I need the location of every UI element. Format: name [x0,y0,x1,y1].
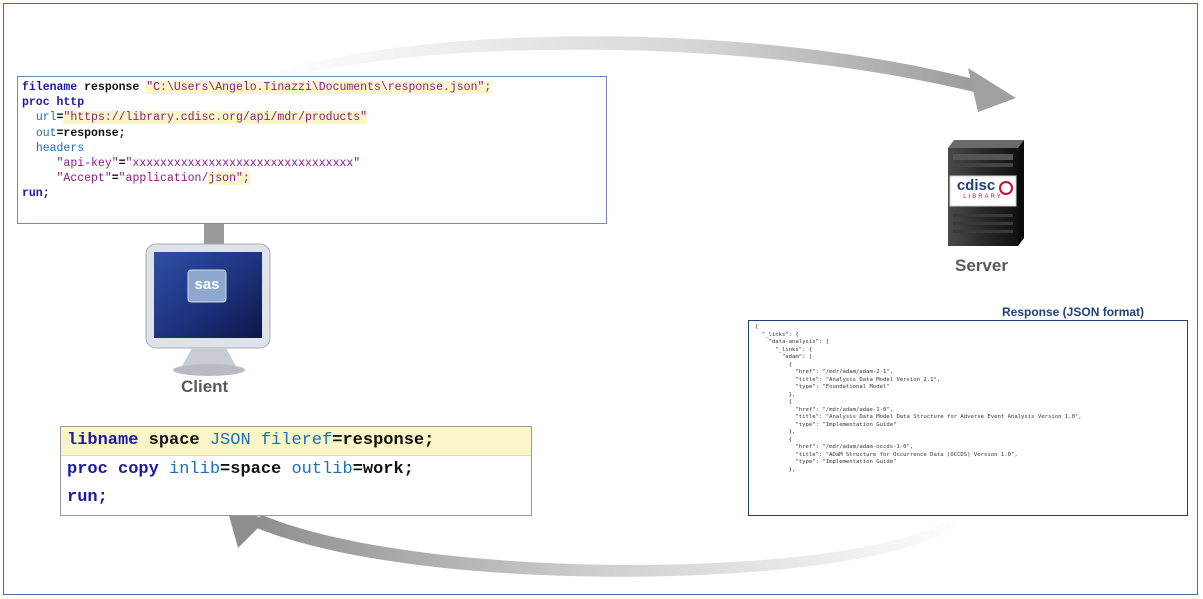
client-monitor-icon [145,243,271,376]
code-line: out=response; [22,126,606,141]
code-token: = [111,172,119,186]
json-line: "_links": { [755,346,813,353]
code-token: =space [220,460,292,479]
code-token: "Accept" [56,172,112,186]
json-line: "type": "Foundational Model" [755,384,890,390]
json-line: { [755,436,793,443]
code-line: run; [22,186,606,201]
json-line: "type": "Implementation Guide" [755,421,897,428]
code-token: inlib [169,460,221,479]
json-line: }, [755,429,796,435]
code-line: run; [61,484,531,512]
json-line: "title": "ADaM Structure for Occurrence … [755,451,1018,458]
sas-http-code-block: filename response "C:\Users\Angelo.Tinaz… [17,76,607,224]
code-line: "Accept"="application/json"; [22,171,606,186]
json-line: "title": "Analysis Data Model Data Struc… [755,414,1082,420]
code-token: fileref [250,431,333,450]
code-line: proc http [22,95,606,110]
code-token: "api-key" [56,156,119,170]
code-token: libname [67,431,139,450]
json-line: }, [755,466,796,473]
code-token: proc http [22,96,85,110]
json-line: }, [755,391,796,398]
sas-logo-text: sas [194,276,220,293]
json-line: "href": "/mdr/adam/adam-2-1", [755,369,894,375]
libname-code-block: libname space JSON fileref=response; proc… [60,426,532,516]
response-arrow [250,515,968,577]
code-token: JSON [209,431,251,450]
json-line: "href": "/mdr/adam/adae-1-0", [755,406,894,413]
response-title: Response (JSON format) [1002,305,1145,319]
response-arrowhead [228,512,268,548]
cdisc-logo-subtext: LIBRARY [963,194,1003,200]
json-line: "type": "Implementation Guide" [755,459,897,465]
code-token: run; [67,488,108,507]
code-token: space [138,431,210,450]
json-line: "data-analysis": { [755,339,830,345]
json-line: "title": "Analysis Data Model Version 2.… [755,376,941,383]
code-token: "https://library.cdisc.org/api/mdr/produ… [63,111,368,125]
json-line: "href": "/mdr/adam/adam-occds-1-0", [755,444,914,450]
code-token: json"; [208,172,250,186]
code-token: url [35,111,57,125]
code-token: =response; [56,126,126,140]
json-line: { [755,399,793,405]
code-token: run; [22,187,50,201]
json-line: "_links": { [755,331,799,338]
code-token: outlib [291,460,353,479]
code-token: out [35,126,57,140]
json-line: { [755,361,793,368]
code-line: url="https://library.cdisc.org/api/mdr/p… [22,110,606,125]
code-line: proc copy inlib=space outlib=work; [61,456,531,484]
code-token: "application/ [118,172,209,186]
code-line: libname space JSON fileref=response; [61,427,531,456]
json-line: "adam": [ [755,354,813,360]
json-line: { [755,324,759,330]
code-token: headers [35,141,85,155]
code-token: =response; [332,431,435,450]
json-response-block: { "_links": { "data-analysis": { "_links… [748,320,1188,516]
code-token: = [118,156,126,170]
code-token: "C:\Users\Angelo.Tinazzi\Documents\respo… [146,81,492,94]
server-label: Server [955,256,1008,275]
code-token: filename [22,81,78,94]
code-token: =work; [352,460,414,479]
code-line: headers [22,141,606,156]
code-line: filename response "C:\Users\Angelo.Tinaz… [22,80,606,95]
cdisc-logo-text: cdisc [956,177,996,194]
code-token: response [77,81,147,94]
client-label: Client [181,377,229,396]
code-token: proc copy [67,460,170,479]
code-line: "api-key"="xxxxxxxxxxxxxxxxxxxxxxxxxxxxx… [22,156,606,171]
request-arrowhead [968,68,1016,112]
code-token: "xxxxxxxxxxxxxxxxxxxxxxxxxxxxxxxx" [125,156,361,170]
